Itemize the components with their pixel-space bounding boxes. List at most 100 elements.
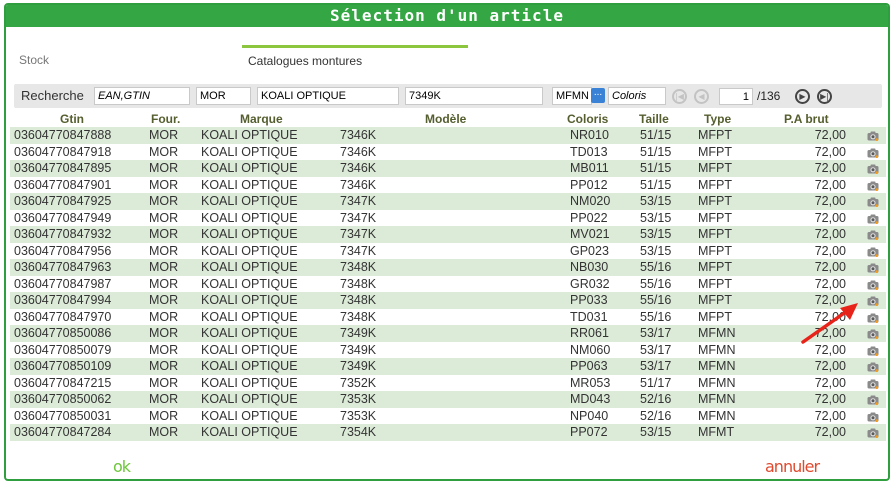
table-row[interactable]: 03604770847932 MOR KOALI OPTIQUE 7347K MV021… <box>10 226 886 243</box>
table-row[interactable]: 03604770847888 MOR KOALI OPTIQUE 7346K NR010… <box>10 127 886 144</box>
cell-coloris: TD031 <box>570 309 608 324</box>
camera-icon[interactable] <box>867 130 879 141</box>
table-row[interactable]: 03604770850031 MOR KOALI OPTIQUE 7353K NP040… <box>10 408 886 425</box>
camera-icon[interactable] <box>867 328 879 339</box>
cell-gtin: 03604770850031 <box>14 408 112 423</box>
table-row[interactable]: 03604770847895 MOR KOALI OPTIQUE 7346K MB011… <box>10 160 886 177</box>
coloris-input[interactable] <box>608 87 666 105</box>
table-row[interactable]: 03604770847970 MOR KOALI OPTIQUE 7348K TD031… <box>10 309 886 326</box>
camera-icon[interactable] <box>867 427 879 438</box>
table-row[interactable]: 03604770850079 MOR KOALI OPTIQUE 7349K NM060… <box>10 342 886 359</box>
camera-icon[interactable] <box>867 262 879 273</box>
page-total: /136 <box>757 89 781 103</box>
col-taille[interactable]: Taille <box>639 112 669 126</box>
tab-bar: Stock Catalogues montures <box>6 45 888 75</box>
cell-prix: 72,00 <box>814 194 846 208</box>
cell-coloris: PP022 <box>570 210 608 225</box>
table-row[interactable]: 03604770847215 MOR KOALI OPTIQUE 7352K MR053… <box>10 375 886 392</box>
table-header: Gtin Four. Marque Modèle Coloris Taille … <box>10 111 886 127</box>
search-label: Recherche <box>21 88 84 103</box>
cell-type: MFMN <box>698 359 736 373</box>
article-selection-dialog: Sélection d'un article Stock Catalogues … <box>4 3 890 481</box>
tab-catalogues-montures[interactable]: Catalogues montures <box>242 45 468 73</box>
table-row[interactable]: 03604770847987 MOR KOALI OPTIQUE 7348K GR032… <box>10 276 886 293</box>
type-picker-button[interactable]: ... <box>591 88 605 103</box>
table-row[interactable]: 03604770847925 MOR KOALI OPTIQUE 7347K NM020… <box>10 193 886 210</box>
table-row[interactable]: 03604770850062 MOR KOALI OPTIQUE 7353K MD043… <box>10 391 886 408</box>
camera-icon[interactable] <box>867 147 879 158</box>
last-page-icon[interactable]: ▶| <box>817 89 832 104</box>
camera-icon[interactable] <box>867 246 879 257</box>
table-row[interactable]: 03604770847963 MOR KOALI OPTIQUE 7348K NB030… <box>10 259 886 276</box>
camera-icon[interactable] <box>867 229 879 240</box>
marque-input[interactable] <box>257 87 399 105</box>
cell-marque: KOALI OPTIQUE <box>201 260 298 274</box>
camera-icon[interactable] <box>867 411 879 422</box>
table-row[interactable]: 03604770847994 MOR KOALI OPTIQUE 7348K PP033… <box>10 292 886 309</box>
camera-icon[interactable] <box>867 196 879 207</box>
cell-gtin: 03604770847994 <box>14 293 112 307</box>
cell-coloris: PP072 <box>570 425 608 439</box>
col-four[interactable]: Four. <box>151 112 180 126</box>
cell-four: MOR <box>149 309 179 324</box>
cell-type: MFPT <box>698 227 733 241</box>
cell-four: MOR <box>149 210 179 225</box>
page-number-input[interactable] <box>719 88 753 105</box>
cell-taille: 51/15 <box>640 144 672 159</box>
cell-marque: KOALI OPTIQUE <box>201 309 298 324</box>
table-row[interactable]: 03604770847284 MOR KOALI OPTIQUE 7354K PP072… <box>10 424 886 441</box>
cell-gtin: 03604770847949 <box>14 210 112 225</box>
type-input[interactable] <box>552 87 592 105</box>
cell-marque: KOALI OPTIQUE <box>201 425 298 439</box>
cell-taille: 53/15 <box>640 227 672 241</box>
table-row[interactable]: 03604770847956 MOR KOALI OPTIQUE 7347K GP023… <box>10 243 886 260</box>
cell-gtin: 03604770847918 <box>14 144 112 159</box>
cell-type: MFPT <box>698 276 733 291</box>
cell-taille: 53/15 <box>640 210 672 225</box>
camera-icon[interactable] <box>867 180 879 191</box>
modele-input[interactable] <box>405 87 543 105</box>
cell-modele: 7347K <box>340 210 377 225</box>
cell-modele: 7347K <box>340 227 377 241</box>
cell-coloris: MB011 <box>570 161 609 175</box>
table-row[interactable]: 03604770847918 MOR KOALI OPTIQUE 7346K TD013… <box>10 144 886 161</box>
table-row[interactable]: 03604770847949 MOR KOALI OPTIQUE 7347K PP022… <box>10 210 886 227</box>
cell-gtin: 03604770850109 <box>14 359 112 373</box>
camera-icon[interactable] <box>867 279 879 290</box>
table-row[interactable]: 03604770850109 MOR KOALI OPTIQUE 7349K PP063… <box>10 358 886 375</box>
fournisseur-input[interactable] <box>196 87 251 105</box>
ok-button[interactable]: ok <box>113 457 131 476</box>
col-coloris[interactable]: Coloris <box>567 112 608 126</box>
cell-type: MFMN <box>698 326 736 340</box>
cell-type: MFPT <box>698 309 733 324</box>
cell-taille: 53/15 <box>640 425 672 439</box>
camera-icon[interactable] <box>867 295 879 306</box>
next-page-icon[interactable]: ▶ <box>795 89 810 104</box>
camera-icon[interactable] <box>867 163 879 174</box>
table-row[interactable]: 03604770850086 MOR KOALI OPTIQUE 7349K RR061… <box>10 325 886 342</box>
camera-icon[interactable] <box>867 378 879 389</box>
ean-gtin-input[interactable] <box>94 87 190 105</box>
col-prix[interactable]: P.A brut <box>784 112 829 126</box>
first-page-icon[interactable]: |◀ <box>672 89 687 104</box>
cell-gtin: 03604770847925 <box>14 194 112 208</box>
cell-marque: KOALI OPTIQUE <box>201 194 298 208</box>
cell-type: MFPT <box>698 161 733 175</box>
cancel-button[interactable]: annuler <box>765 457 820 476</box>
cell-modele: 7348K <box>340 309 377 324</box>
col-gtin[interactable]: Gtin <box>60 112 84 126</box>
prev-page-icon[interactable]: ◀ <box>694 89 709 104</box>
camera-icon[interactable] <box>867 345 879 356</box>
cell-gtin: 03604770847215 <box>14 375 112 390</box>
camera-icon[interactable] <box>867 213 879 224</box>
cell-type: MFPT <box>698 194 733 208</box>
tab-stock[interactable]: Stock <box>19 45 99 73</box>
camera-icon[interactable] <box>867 394 879 405</box>
col-marque[interactable]: Marque <box>240 112 283 126</box>
col-type[interactable]: Type <box>704 112 731 126</box>
cell-marque: KOALI OPTIQUE <box>201 243 298 258</box>
col-modele[interactable]: Modèle <box>425 112 466 126</box>
camera-icon[interactable] <box>867 361 879 372</box>
table-row[interactable]: 03604770847901 MOR KOALI OPTIQUE 7346K PP012… <box>10 177 886 194</box>
camera-icon[interactable] <box>867 312 879 323</box>
